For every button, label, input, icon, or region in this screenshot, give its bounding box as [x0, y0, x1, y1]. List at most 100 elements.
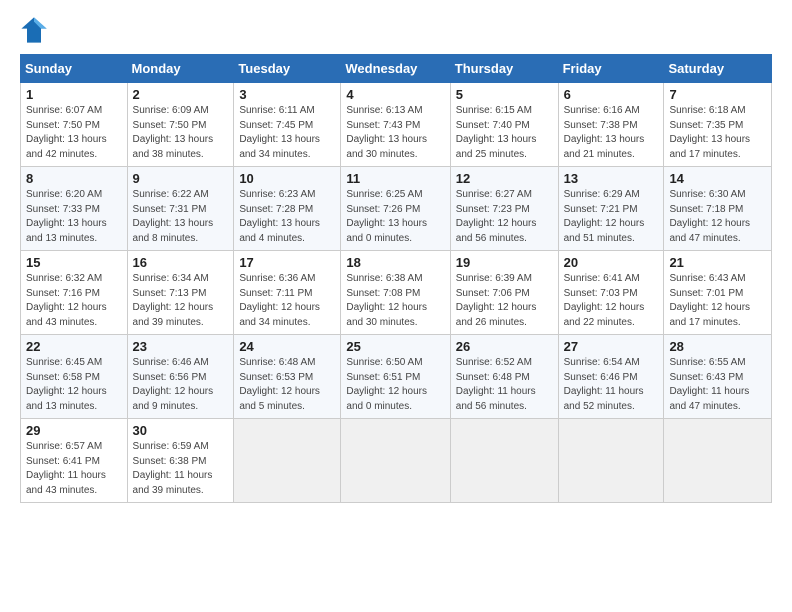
calendar-cell: 16 Sunrise: 6:34 AM Sunset: 7:13 PM Dayli…: [127, 251, 234, 335]
day-number: 14: [669, 171, 766, 186]
calendar-cell: 1 Sunrise: 6:07 AM Sunset: 7:50 PM Daylig…: [21, 83, 128, 167]
day-number: 22: [26, 339, 122, 354]
day-info: Sunrise: 6:18 AM Sunset: 7:35 PM Dayligh…: [669, 105, 750, 160]
day-number: 16: [133, 255, 229, 270]
day-header-tuesday: Tuesday: [234, 55, 341, 83]
day-info: Sunrise: 6:32 AM Sunset: 7:16 PM Dayligh…: [26, 273, 107, 328]
day-info: Sunrise: 6:22 AM Sunset: 7:31 PM Dayligh…: [133, 189, 214, 244]
day-info: Sunrise: 6:50 AM Sunset: 6:51 PM Dayligh…: [346, 357, 427, 412]
calendar-cell: 29Sunrise: 6:57 AM Sunset: 6:41 PM Dayli…: [21, 419, 128, 503]
day-header-saturday: Saturday: [664, 55, 772, 83]
day-number: 12: [456, 171, 553, 186]
calendar-cell: 6 Sunrise: 6:16 AM Sunset: 7:38 PM Daylig…: [558, 83, 664, 167]
day-info: Sunrise: 6:29 AM Sunset: 7:21 PM Dayligh…: [564, 189, 645, 244]
day-header-sunday: Sunday: [21, 55, 128, 83]
calendar-cell: 7Sunrise: 6:18 AM Sunset: 7:35 PM Daylig…: [664, 83, 772, 167]
calendar-cell: 18 Sunrise: 6:38 AM Sunset: 7:08 PM Dayli…: [341, 251, 450, 335]
calendar-cell: 8 Sunrise: 6:20 AM Sunset: 7:33 PM Daylig…: [21, 167, 128, 251]
day-number: 13: [564, 171, 659, 186]
day-info: Sunrise: 6:16 AM Sunset: 7:38 PM Dayligh…: [564, 105, 645, 160]
logo-icon: [20, 16, 48, 44]
day-number: 11: [346, 171, 444, 186]
calendar-cell: 25Sunrise: 6:50 AM Sunset: 6:51 PM Dayli…: [341, 335, 450, 419]
day-info: Sunrise: 6:25 AM Sunset: 7:26 PM Dayligh…: [346, 189, 427, 244]
day-number: 30: [133, 423, 229, 438]
day-number: 28: [669, 339, 766, 354]
day-number: 17: [239, 255, 335, 270]
day-info: Sunrise: 6:11 AM Sunset: 7:45 PM Dayligh…: [239, 105, 320, 160]
day-number: 18: [346, 255, 444, 270]
calendar-cell: [450, 419, 558, 503]
day-header-thursday: Thursday: [450, 55, 558, 83]
day-info: Sunrise: 6:23 AM Sunset: 7:28 PM Dayligh…: [239, 189, 320, 244]
calendar-cell: 13 Sunrise: 6:29 AM Sunset: 7:21 PM Dayli…: [558, 167, 664, 251]
day-info: Sunrise: 6:52 AM Sunset: 6:48 PM Dayligh…: [456, 357, 536, 412]
day-info: Sunrise: 6:46 AM Sunset: 6:56 PM Dayligh…: [133, 357, 214, 412]
day-number: 8: [26, 171, 122, 186]
day-number: 26: [456, 339, 553, 354]
day-number: 6: [564, 87, 659, 102]
calendar-cell: 17 Sunrise: 6:36 AM Sunset: 7:11 PM Dayli…: [234, 251, 341, 335]
calendar-cell: 28 Sunrise: 6:55 AM Sunset: 6:43 PM Dayli…: [664, 335, 772, 419]
day-number: 24: [239, 339, 335, 354]
calendar-cell: 26 Sunrise: 6:52 AM Sunset: 6:48 PM Dayli…: [450, 335, 558, 419]
day-info: Sunrise: 6:59 AM Sunset: 6:38 PM Dayligh…: [133, 441, 213, 496]
day-info: Sunrise: 6:43 AM Sunset: 7:01 PM Dayligh…: [669, 273, 750, 328]
day-number: 2: [133, 87, 229, 102]
day-number: 10: [239, 171, 335, 186]
day-number: 21: [669, 255, 766, 270]
day-number: 3: [239, 87, 335, 102]
calendar-cell: 27 Sunrise: 6:54 AM Sunset: 6:46 PM Dayli…: [558, 335, 664, 419]
calendar-cell: [664, 419, 772, 503]
day-header-wednesday: Wednesday: [341, 55, 450, 83]
calendar-cell: 11 Sunrise: 6:25 AM Sunset: 7:26 PM Dayli…: [341, 167, 450, 251]
day-info: Sunrise: 6:34 AM Sunset: 7:13 PM Dayligh…: [133, 273, 214, 328]
day-info: Sunrise: 6:54 AM Sunset: 6:46 PM Dayligh…: [564, 357, 644, 412]
day-info: Sunrise: 6:48 AM Sunset: 6:53 PM Dayligh…: [239, 357, 320, 412]
day-number: 27: [564, 339, 659, 354]
day-info: Sunrise: 6:45 AM Sunset: 6:58 PM Dayligh…: [26, 357, 107, 412]
day-info: Sunrise: 6:55 AM Sunset: 6:43 PM Dayligh…: [669, 357, 749, 412]
day-number: 15: [26, 255, 122, 270]
calendar-cell: 15 Sunrise: 6:32 AM Sunset: 7:16 PM Dayli…: [21, 251, 128, 335]
page-header: [20, 16, 772, 44]
calendar-cell: 14 Sunrise: 6:30 AM Sunset: 7:18 PM Dayli…: [664, 167, 772, 251]
day-info: Sunrise: 6:15 AM Sunset: 7:40 PM Dayligh…: [456, 105, 537, 160]
calendar-cell: 3 Sunrise: 6:11 AM Sunset: 7:45 PM Daylig…: [234, 83, 341, 167]
day-info: Sunrise: 6:07 AM Sunset: 7:50 PM Dayligh…: [26, 105, 107, 160]
day-info: Sunrise: 6:13 AM Sunset: 7:43 PM Dayligh…: [346, 105, 427, 160]
day-info: Sunrise: 6:27 AM Sunset: 7:23 PM Dayligh…: [456, 189, 537, 244]
day-info: Sunrise: 6:41 AM Sunset: 7:03 PM Dayligh…: [564, 273, 645, 328]
day-info: Sunrise: 6:09 AM Sunset: 7:50 PM Dayligh…: [133, 105, 214, 160]
day-number: 19: [456, 255, 553, 270]
day-number: 20: [564, 255, 659, 270]
day-info: Sunrise: 6:20 AM Sunset: 7:33 PM Dayligh…: [26, 189, 107, 244]
calendar-cell: 12 Sunrise: 6:27 AM Sunset: 7:23 PM Dayli…: [450, 167, 558, 251]
day-info: Sunrise: 6:36 AM Sunset: 7:11 PM Dayligh…: [239, 273, 320, 328]
day-info: Sunrise: 6:39 AM Sunset: 7:06 PM Dayligh…: [456, 273, 537, 328]
day-number: 5: [456, 87, 553, 102]
calendar-cell: 24 Sunrise: 6:48 AM Sunset: 6:53 PM Dayli…: [234, 335, 341, 419]
calendar-cell: 23 Sunrise: 6:46 AM Sunset: 6:56 PM Dayli…: [127, 335, 234, 419]
calendar-cell: 5 Sunrise: 6:15 AM Sunset: 7:40 PM Daylig…: [450, 83, 558, 167]
day-number: 23: [133, 339, 229, 354]
calendar-cell: 9 Sunrise: 6:22 AM Sunset: 7:31 PM Daylig…: [127, 167, 234, 251]
day-number: 9: [133, 171, 229, 186]
day-header-friday: Friday: [558, 55, 664, 83]
day-info: Sunrise: 6:38 AM Sunset: 7:08 PM Dayligh…: [346, 273, 427, 328]
calendar-table: SundayMondayTuesdayWednesdayThursdayFrid…: [20, 54, 772, 503]
calendar-cell: 10 Sunrise: 6:23 AM Sunset: 7:28 PM Dayli…: [234, 167, 341, 251]
calendar-cell: [234, 419, 341, 503]
calendar-cell: [341, 419, 450, 503]
calendar-cell: 4 Sunrise: 6:13 AM Sunset: 7:43 PM Daylig…: [341, 83, 450, 167]
day-number: 4: [346, 87, 444, 102]
day-info: Sunrise: 6:57 AM Sunset: 6:41 PM Dayligh…: [26, 441, 106, 496]
calendar-cell: 2 Sunrise: 6:09 AM Sunset: 7:50 PM Daylig…: [127, 83, 234, 167]
calendar-cell: 30 Sunrise: 6:59 AM Sunset: 6:38 PM Dayli…: [127, 419, 234, 503]
day-info: Sunrise: 6:30 AM Sunset: 7:18 PM Dayligh…: [669, 189, 750, 244]
calendar-cell: 19 Sunrise: 6:39 AM Sunset: 7:06 PM Dayli…: [450, 251, 558, 335]
logo: [20, 16, 52, 44]
calendar-cell: 22 Sunrise: 6:45 AM Sunset: 6:58 PM Dayli…: [21, 335, 128, 419]
day-number: 1: [26, 87, 122, 102]
calendar-cell: 20 Sunrise: 6:41 AM Sunset: 7:03 PM Dayli…: [558, 251, 664, 335]
